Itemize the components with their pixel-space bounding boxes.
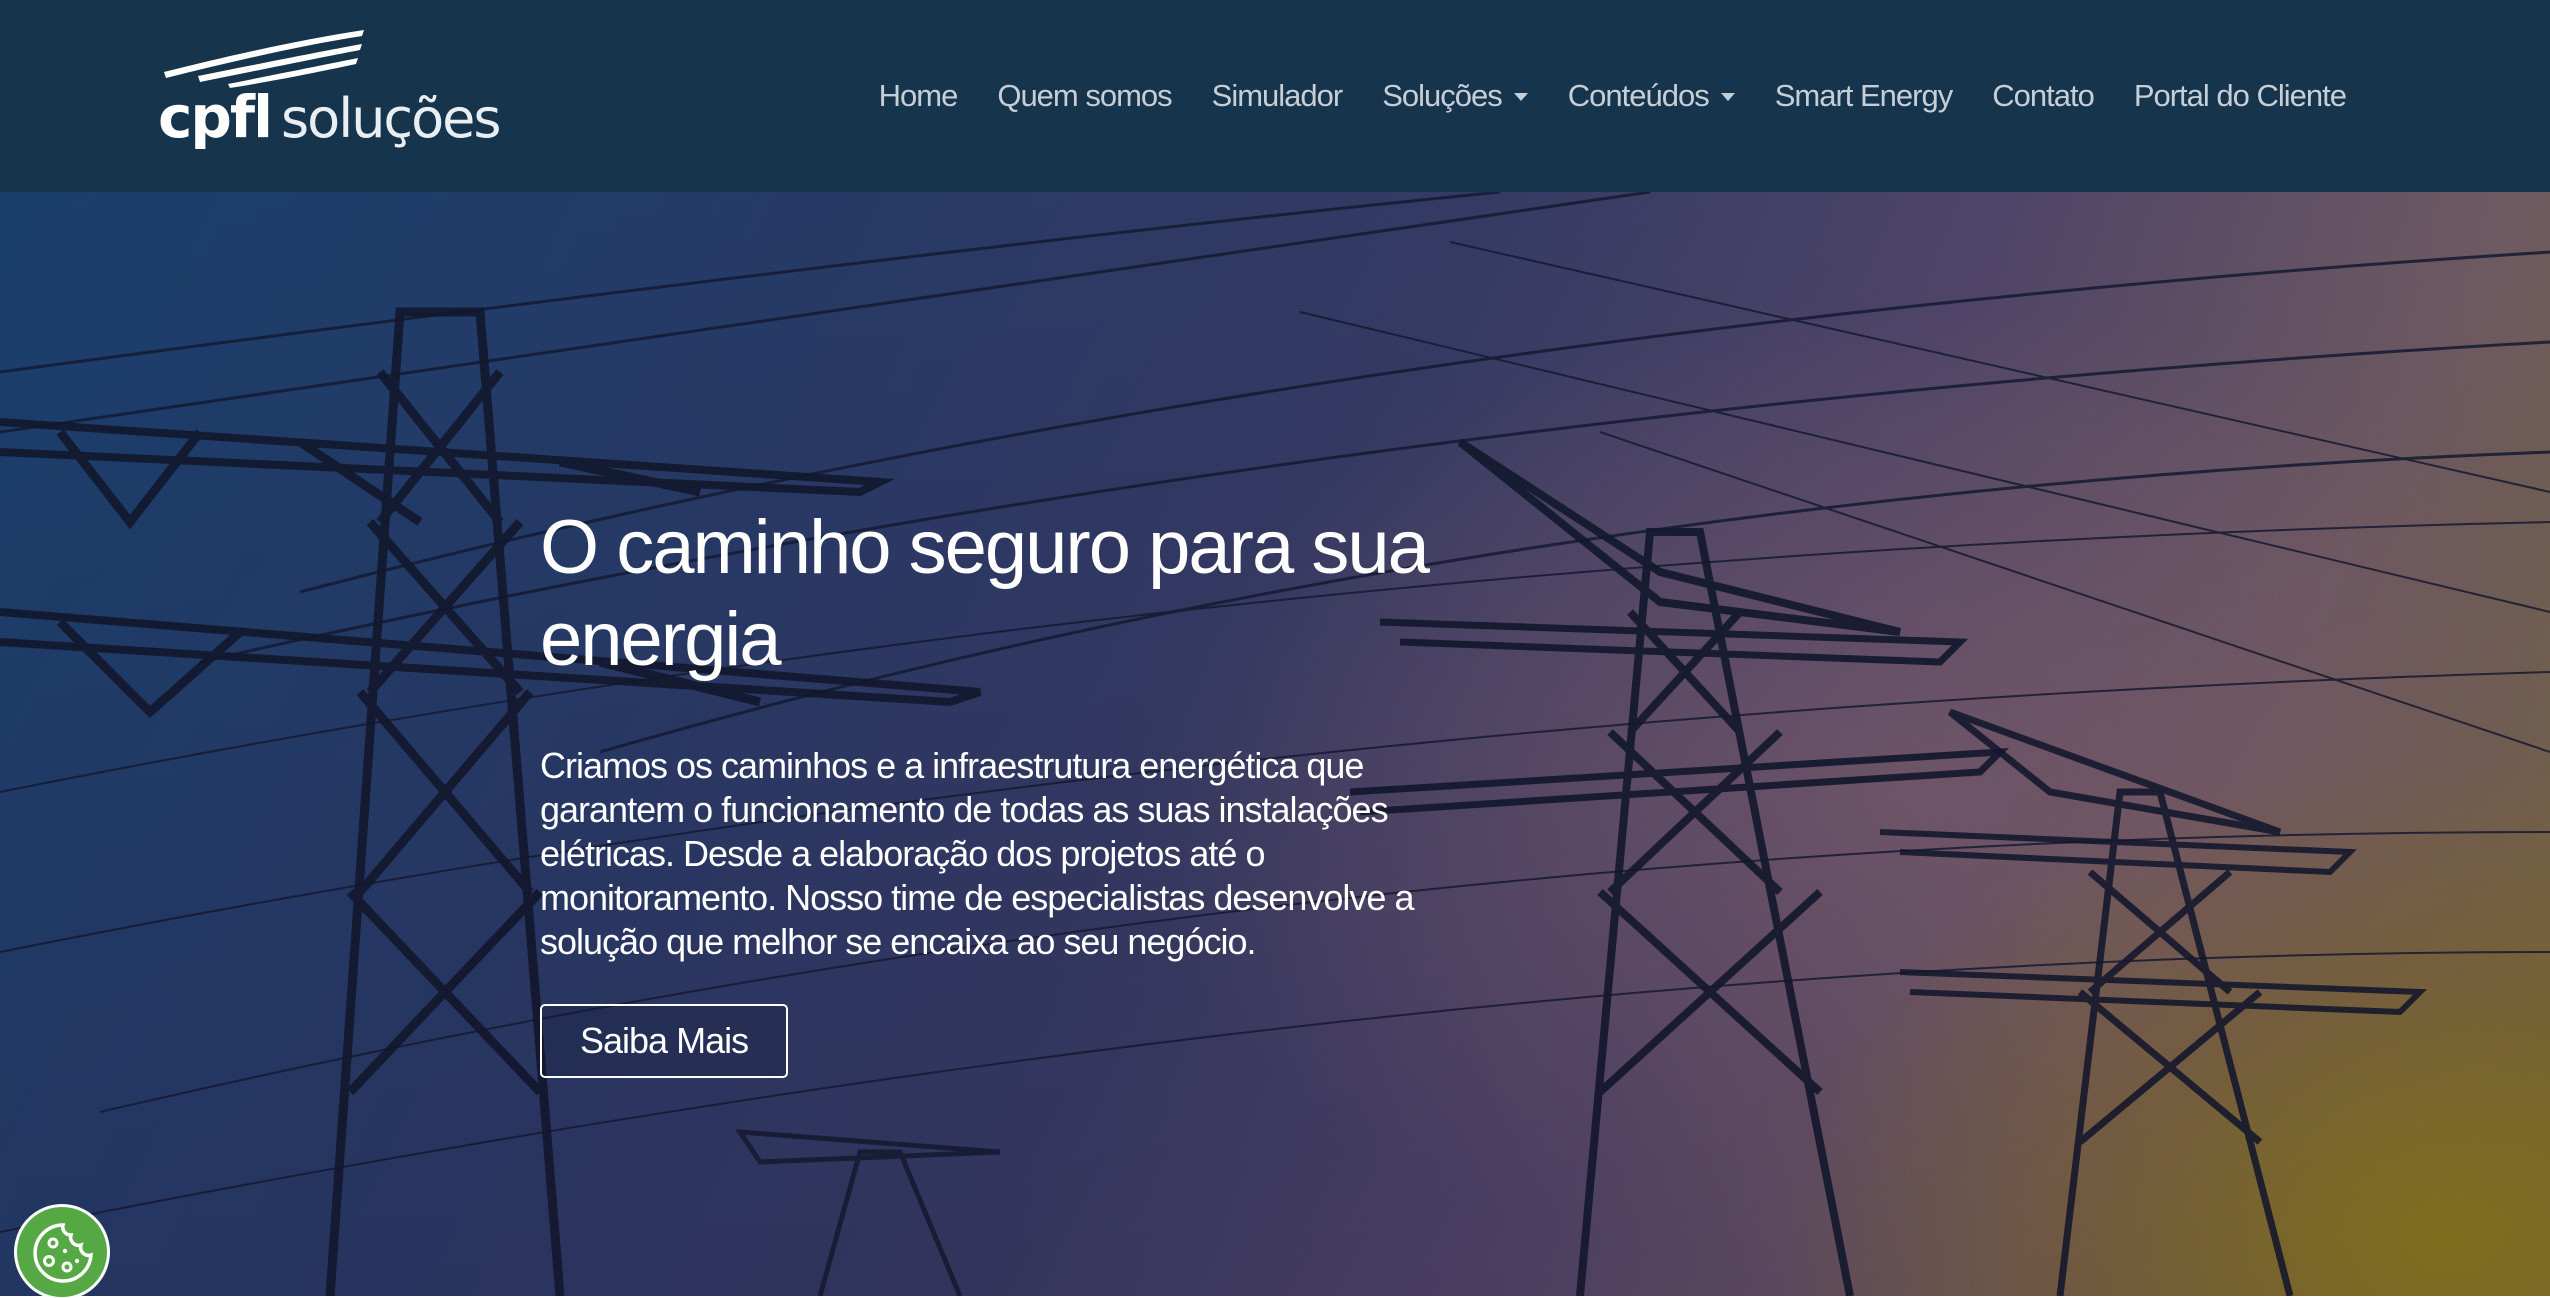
nav-contato[interactable]: Contato <box>1972 78 2114 114</box>
nav-home[interactable]: Home <box>859 78 978 114</box>
nav-smart-energy-label: Smart Energy <box>1774 78 1954 113</box>
cpfl-logo[interactable]: cpfl soluções <box>158 26 502 166</box>
hero-description: Criamos os caminhos e a infraestrutura e… <box>540 745 1414 962</box>
cookie-icon <box>33 1223 93 1283</box>
nav-smart-energy[interactable]: Smart Energy <box>1755 78 1973 114</box>
logo-suffix: soluções <box>281 87 501 150</box>
main-nav: Home Quem somos Simulador Soluções Conte… <box>859 0 2366 192</box>
hero-banner: O caminho seguro para sua energia Criamo… <box>0 192 2550 1296</box>
nav-home-label: Home <box>878 78 959 113</box>
hero-title: O caminho seguro para sua energia <box>540 505 1430 682</box>
nav-quem-somos[interactable]: Quem somos <box>977 78 1191 114</box>
saiba-mais-button[interactable]: Saiba Mais <box>540 1004 789 1078</box>
cookie-consent-button[interactable] <box>14 1204 110 1298</box>
logo-brand: cpfl <box>158 83 273 151</box>
caret-down-icon <box>1720 93 1735 101</box>
nav-contato-label: Contato <box>1992 78 2095 113</box>
logo-wordmark: cpfl soluções <box>158 88 502 146</box>
nav-portal-do-cliente[interactable]: Portal do Cliente <box>2114 78 2366 114</box>
hero-content: O caminho seguro para sua energia Criamo… <box>540 502 1440 1078</box>
nav-quem-somos-label: Quem somos <box>997 78 1172 113</box>
nav-simulador-label: Simulador <box>1211 78 1344 113</box>
nav-simulador[interactable]: Simulador <box>1192 78 1363 114</box>
nav-conteudos-dropdown[interactable]: Conteúdos <box>1548 78 1755 114</box>
logo-swoosh-icon <box>164 30 364 88</box>
nav-portal-label: Portal do Cliente <box>2133 78 2347 113</box>
page: cpfl soluções Home Quem somos Simulador S… <box>0 0 2550 1298</box>
top-navbar: cpfl soluções Home Quem somos Simulador S… <box>0 0 2550 192</box>
nav-solucoes-dropdown[interactable]: Soluções <box>1362 78 1548 114</box>
caret-down-icon <box>1513 93 1528 101</box>
nav-solucoes-label: Soluções <box>1382 78 1503 113</box>
nav-conteudos-label: Conteúdos <box>1567 78 1710 113</box>
